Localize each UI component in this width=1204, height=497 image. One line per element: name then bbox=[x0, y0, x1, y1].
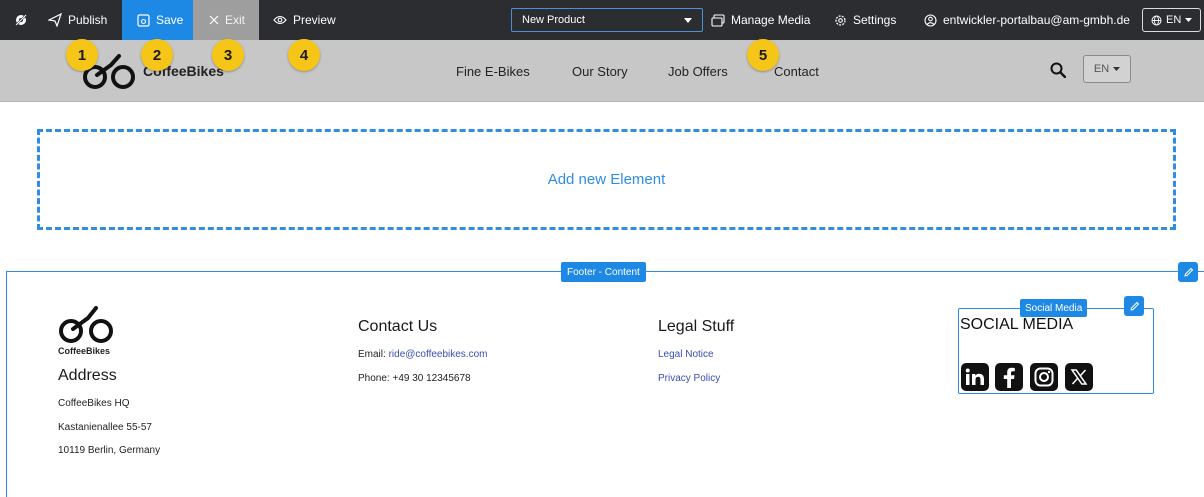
preview-label: Preview bbox=[293, 13, 336, 27]
x-icon[interactable] bbox=[1065, 363, 1093, 391]
footer-bicycle-logo-icon bbox=[59, 306, 113, 343]
step-badge-4: 4 bbox=[288, 39, 320, 71]
footer-edit-button[interactable] bbox=[1178, 262, 1198, 282]
toolbar-language-value: EN bbox=[1166, 14, 1182, 26]
email-label: Email: bbox=[358, 349, 386, 360]
media-icon bbox=[711, 13, 725, 27]
step-badge-5: 5 bbox=[747, 39, 779, 71]
gear-icon bbox=[835, 14, 846, 26]
product-select[interactable]: New Product bbox=[511, 8, 703, 32]
social-media-edit-button[interactable] bbox=[1124, 296, 1144, 316]
facebook-icon[interactable] bbox=[995, 363, 1023, 391]
add-new-element-dropzone[interactable]: Add new Element bbox=[37, 129, 1176, 230]
user-icon bbox=[924, 13, 937, 27]
social-media-tag[interactable]: Social Media bbox=[1020, 299, 1088, 317]
legal-notice-link[interactable]: Legal Notice bbox=[658, 349, 714, 360]
page-root: Publish Save Exit Preview New Product Ma… bbox=[0, 0, 1204, 497]
globe-icon bbox=[1151, 15, 1162, 25]
pencil-icon bbox=[1129, 301, 1139, 311]
save-label: Save bbox=[156, 13, 184, 27]
exit-button[interactable]: Exit bbox=[193, 0, 259, 40]
step-badge-3: 3 bbox=[212, 39, 244, 71]
eye-icon bbox=[273, 15, 287, 25]
email-link[interactable]: ride@coffeebikes.com bbox=[389, 349, 488, 360]
save-icon bbox=[137, 13, 150, 27]
address-heading: Address bbox=[58, 367, 117, 384]
social-media-heading: SOCIAL MEDIA bbox=[960, 316, 1074, 333]
close-icon bbox=[209, 15, 219, 25]
footer-content-tag[interactable]: Footer - Content bbox=[561, 262, 646, 282]
exit-label: Exit bbox=[225, 13, 246, 27]
address-line: Kastanienallee 55-57 bbox=[58, 422, 152, 433]
settings-button[interactable]: Settings bbox=[834, 0, 896, 40]
nav-contact[interactable]: Contact bbox=[774, 64, 819, 79]
publish-button[interactable]: Publish bbox=[48, 0, 107, 40]
address-line: 10119 Berlin, Germany bbox=[58, 445, 161, 456]
settings-label: Settings bbox=[853, 13, 897, 27]
user-account-button[interactable]: entwickler-portalbau@am-gmbh.de bbox=[924, 0, 1130, 40]
send-icon bbox=[48, 13, 62, 27]
preview-button[interactable]: Preview bbox=[273, 0, 336, 40]
toolbar-language-select[interactable]: EN bbox=[1142, 8, 1202, 32]
contact-phone: Phone: +49 30 12345678 bbox=[358, 373, 471, 384]
caret-down-icon bbox=[1113, 67, 1121, 71]
user-email: entwickler-portalbau@am-gmbh.de bbox=[943, 13, 1130, 27]
nav-job-offers[interactable]: Job Offers bbox=[668, 64, 728, 79]
contact-email-row: Email: ride@coffeebikes.com bbox=[358, 349, 487, 360]
legal-heading: Legal Stuff bbox=[658, 318, 735, 335]
site-language-select[interactable]: EN bbox=[1083, 55, 1131, 83]
step-badge-2: 2 bbox=[141, 39, 173, 71]
instagram-icon[interactable] bbox=[1030, 363, 1058, 391]
visibility-off-icon[interactable] bbox=[14, 0, 28, 40]
nav-fine-e-bikes[interactable]: Fine E-Bikes bbox=[456, 64, 530, 79]
address-line: CoffeeBikes HQ bbox=[58, 398, 130, 409]
manage-media-label: Manage Media bbox=[731, 13, 811, 27]
contact-heading: Contact Us bbox=[358, 318, 438, 335]
site-language-value: EN bbox=[1093, 63, 1110, 75]
publish-label: Publish bbox=[68, 13, 108, 27]
save-button[interactable]: Save bbox=[122, 0, 193, 40]
step-badge-1: 1 bbox=[66, 39, 98, 71]
manage-media-button[interactable]: Manage Media bbox=[711, 0, 810, 40]
privacy-policy-link[interactable]: Privacy Policy bbox=[658, 373, 720, 384]
editor-toolbar: Publish Save Exit Preview New Product Ma… bbox=[0, 0, 1204, 40]
site-header: CoffeeBikes Fine E-Bikes Our Story Job O… bbox=[0, 40, 1204, 102]
caret-down-icon bbox=[1185, 18, 1193, 22]
search-icon[interactable] bbox=[1050, 62, 1066, 78]
pencil-icon bbox=[1183, 267, 1193, 277]
linkedin-icon[interactable] bbox=[961, 363, 989, 391]
nav-our-story[interactable]: Our Story bbox=[572, 64, 628, 79]
product-select-value: New Product bbox=[522, 14, 585, 26]
caret-down-icon bbox=[684, 17, 692, 23]
add-new-element-label: Add new Element bbox=[547, 171, 666, 188]
footer-brand-name: CoffeeBikes bbox=[58, 346, 111, 356]
